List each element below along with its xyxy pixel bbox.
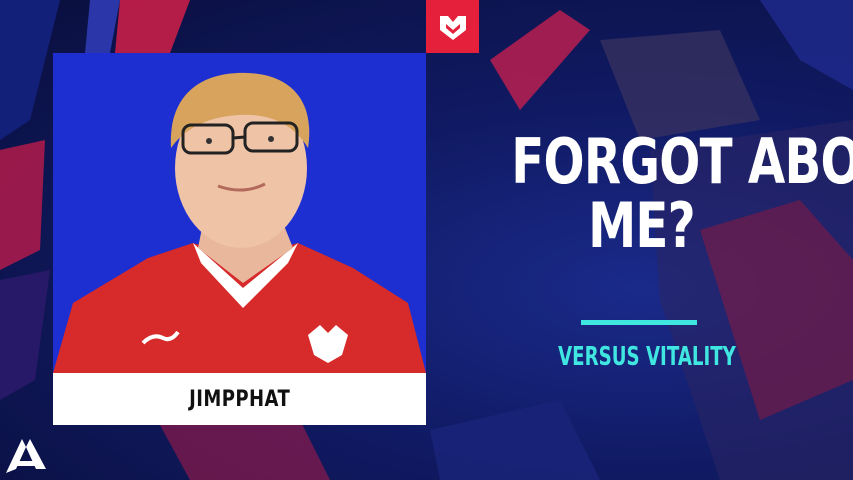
headline-line-2: ME? [588, 189, 697, 262]
headline: FORGOT ABOUT ME? [452, 130, 853, 262]
player-nameplate: JIMPPHAT [53, 373, 426, 425]
versus-label: VERSUS VITALITY [520, 342, 760, 372]
player-name: JIMPPHAT [188, 386, 291, 412]
player-photo-panel [53, 53, 426, 373]
accent-divider [581, 320, 697, 325]
mousesports-logo-icon [426, 0, 479, 53]
headline-line-1: FORGOT ABOUT [511, 125, 853, 198]
graphic-canvas: JIMPPHAT FORGOT ABOUT ME? VERSUS VITALIT… [0, 0, 853, 480]
versus-text: VERSUS VITALITY [558, 342, 736, 372]
player-photo [53, 72, 426, 373]
blast-logo-icon [6, 439, 46, 473]
